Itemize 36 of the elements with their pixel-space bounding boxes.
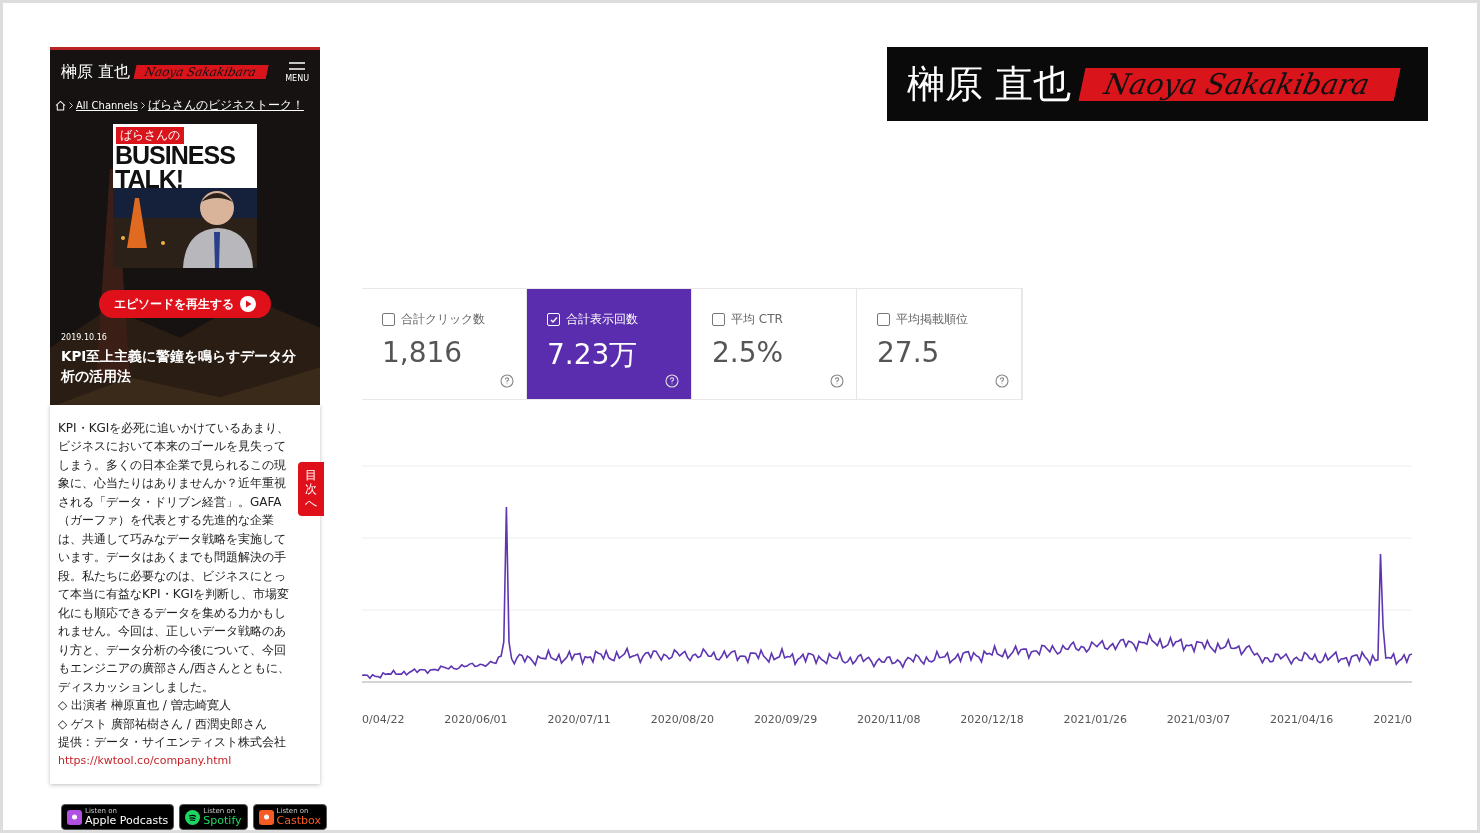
metric-value: 1,816 <box>382 336 464 369</box>
podcast-icon <box>67 809 82 825</box>
spotify-icon <box>185 809 201 825</box>
episode-description: KPI・KGIを必死に追いかけているあまり、ビジネスにおいて本来のゴールを見失ってしまう。多くの日本企業で見られるこの現象に、心当たりはありませんか？近年重視される「データ・ドリブン経営」。GAFA（ガーファ）を代表とする先進的な企業は、共通して巧みなデータ戦略を実施しています。データはあくまでも問題解決の手段。私たちに必要なのは、ビジネスにとって本当に有益なKPI・KGIを判断し、市場変化にも順応できるデータを集める力かもしれません。今回は、正しいデータ戦略のあり方と、データ分析の今後について、今回もエンジニアの廣部さん/西さんとともに、ディスカッションしました。 <box>58 419 292 696</box>
x-axis-label: 0/04/22 <box>362 713 405 726</box>
x-axis-label: 2021/0 <box>1373 713 1412 726</box>
metric-label: 合計表示回数 <box>566 311 638 328</box>
x-axis-label: 2021/01/26 <box>1063 713 1127 726</box>
checkbox[interactable] <box>712 313 725 326</box>
x-axis-label: 2020/07/11 <box>547 713 611 726</box>
metric-value: 7.23万 <box>547 337 639 373</box>
x-axis-label: 2020/11/08 <box>857 713 921 726</box>
metric-value: 27.5 <box>877 336 941 369</box>
x-axis-label: 2021/03/07 <box>1166 713 1231 726</box>
x-axis-label: 2020/09/29 <box>753 713 818 726</box>
castbox-icon <box>258 809 274 825</box>
company-link[interactable]: https://kwtool.co/company.html <box>58 751 292 770</box>
credit-line: 提供 : データ・サイエンティスト株式会社 <box>58 734 287 751</box>
x-axis-label: 2020/08/20 <box>650 713 715 726</box>
help-icon[interactable] <box>500 374 514 388</box>
checkbox[interactable] <box>877 313 890 326</box>
checkbox[interactable] <box>382 313 395 326</box>
x-axis-label: 2020/06/01 <box>444 713 508 726</box>
logo-signature: Naoya Sakakibara <box>1079 67 1401 101</box>
metric-value: 2.5% <box>712 336 785 369</box>
logo-name: 榊原 直也 <box>907 60 1072 108</box>
check-icon <box>549 315 558 324</box>
x-axis-label: 2020/12/18 <box>960 713 1024 726</box>
metric-label: 合計クリック数 <box>401 311 485 328</box>
help-icon[interactable] <box>830 374 844 388</box>
metric-label: 平均掲載順位 <box>896 311 968 328</box>
metric-label: 平均 CTR <box>731 311 783 328</box>
help-icon[interactable] <box>995 374 1009 388</box>
credit-line: ◇ 出演者 榊原直也 / 曽志崎寛人 <box>58 697 232 714</box>
credit-line: ◇ ゲスト 廣部祐樹さん / 西潤史郎さん <box>58 715 268 733</box>
x-axis-label: 2021/04/16 <box>1269 713 1334 726</box>
